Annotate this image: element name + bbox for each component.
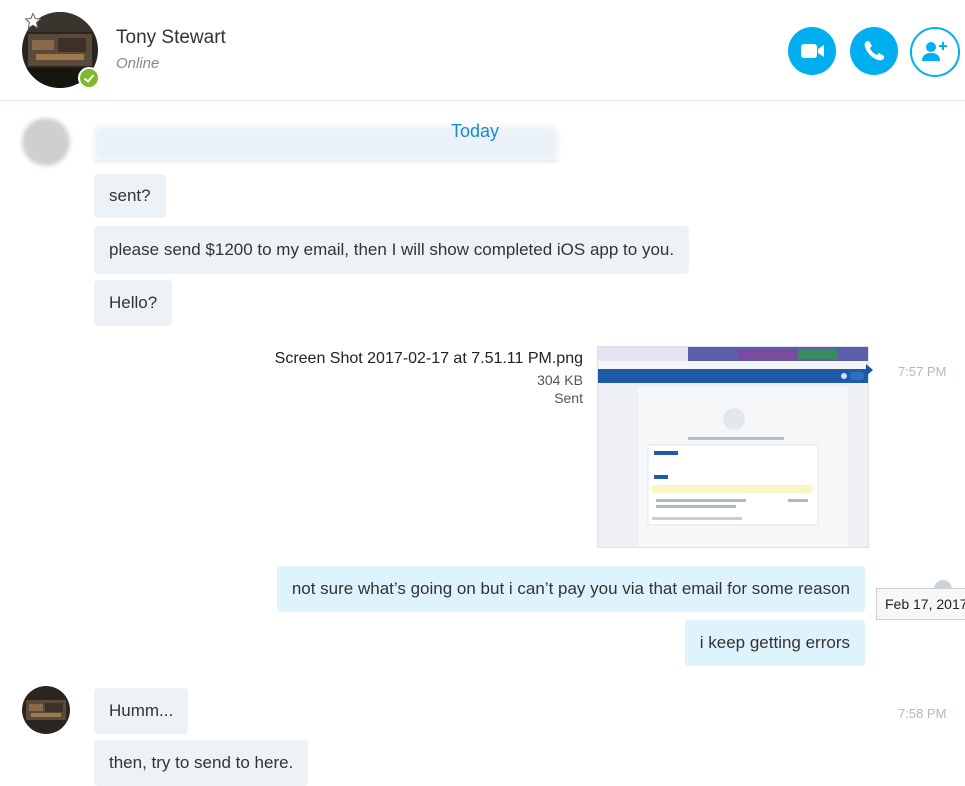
message-text: not sure what’s going on but i can’t pay…: [291, 579, 850, 598]
message-text: Hello?: [109, 293, 158, 312]
message-text: then, try to send to here.: [109, 753, 294, 772]
favorite-star-icon[interactable]: [24, 12, 42, 30]
phone-icon: [864, 41, 884, 61]
audio-call-button[interactable]: [850, 27, 898, 75]
sender-avatar[interactable]: [22, 686, 70, 734]
message-bubble-incoming[interactable]: sent?: [94, 174, 166, 218]
header-divider: [0, 100, 965, 101]
add-people-button[interactable]: [910, 27, 960, 77]
presence-check-icon: [78, 67, 100, 89]
date-separator: Today: [450, 121, 500, 141]
message-bubble-incoming[interactable]: Hello?: [94, 280, 173, 326]
file-info[interactable]: Screen Shot 2017-02-17 at 7.51.11 PM.png…: [275, 350, 583, 406]
contact-name[interactable]: Tony Stewart: [116, 27, 226, 49]
message-text: sent?: [109, 186, 151, 205]
message-bubble-outgoing[interactable]: i keep getting errors: [684, 620, 865, 666]
file-thumbnail[interactable]: [598, 347, 868, 547]
contact-status: Online: [116, 55, 160, 72]
video-camera-icon: [801, 44, 824, 58]
sent-pointer-icon: [866, 364, 873, 376]
timestamp-tooltip: Feb 17, 2017: [876, 588, 965, 620]
add-person-icon: [922, 42, 947, 61]
message-time: 7:57 PM: [898, 364, 947, 379]
message-bubble-incoming[interactable]: please send $1200 to my email, then I wi…: [94, 226, 690, 274]
video-call-button[interactable]: [788, 27, 836, 75]
file-name[interactable]: Screen Shot 2017-02-17 at 7.51.11 PM.png: [275, 350, 583, 368]
message-text: please send $1200 to my email, then I wi…: [109, 240, 675, 259]
file-size: 304 KB: [537, 372, 583, 388]
message-bubble-incoming[interactable]: then, try to send to here.: [94, 740, 309, 786]
file-status: Sent: [554, 390, 583, 406]
message-bubble-outgoing[interactable]: not sure what’s going on but i can’t pay…: [276, 566, 865, 612]
message-text: Humm...: [109, 701, 174, 720]
message-text: i keep getting errors: [699, 633, 850, 652]
message-bubble-incoming[interactable]: Humm...: [94, 688, 189, 734]
message-time: 7:58 PM: [898, 706, 947, 721]
blurred-divider: [94, 160, 558, 162]
